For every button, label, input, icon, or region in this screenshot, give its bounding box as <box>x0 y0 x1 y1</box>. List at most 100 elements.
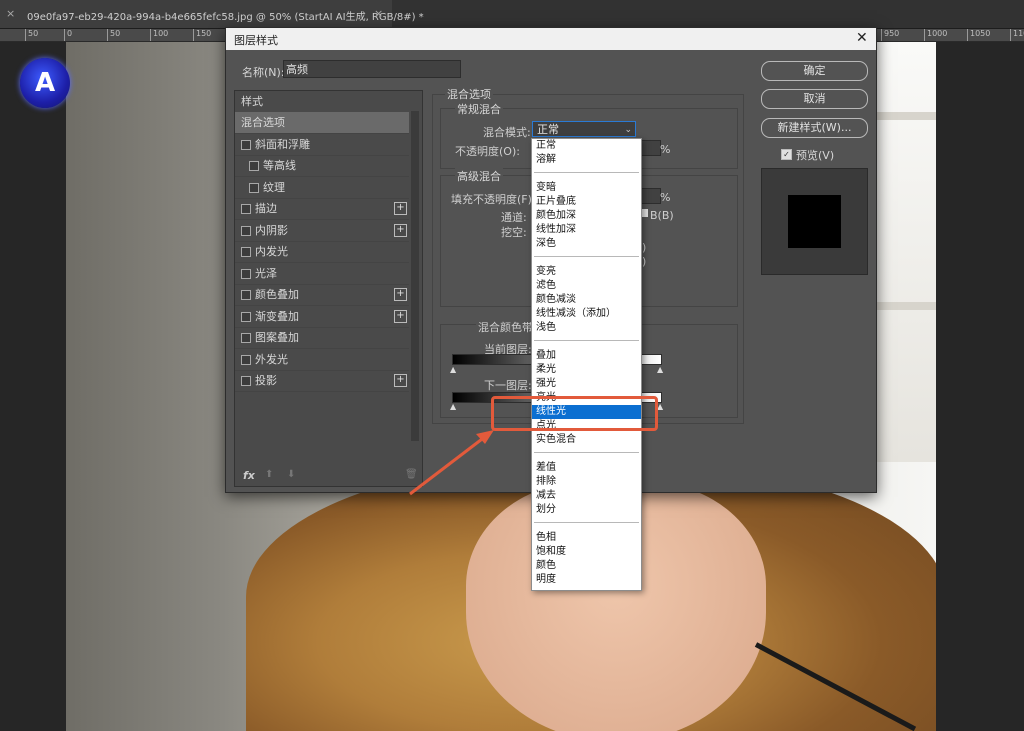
add-effect-icon[interactable]: + <box>394 202 407 215</box>
dropdown-option[interactable]: 饱和度 <box>532 545 641 559</box>
name-input[interactable]: 高频 <box>283 60 461 78</box>
style-item-bevel-emboss[interactable]: 斜面和浮雕 <box>235 134 409 156</box>
style-item-color-overlay[interactable]: 颜色叠加 + <box>235 284 409 306</box>
dropdown-separator <box>534 256 639 257</box>
fill-opacity-label: 填充不透明度(F): <box>451 193 536 206</box>
ruler-tick: 50 <box>107 29 120 41</box>
style-item-stroke[interactable]: 描边 + <box>235 198 409 220</box>
dropdown-option[interactable]: 溶解 <box>532 153 641 167</box>
style-item-texture[interactable]: 纹理 <box>235 177 409 199</box>
ruler-tick: 100 <box>150 29 168 41</box>
style-checkbox[interactable] <box>241 376 251 386</box>
style-item-drop-shadow[interactable]: 投影 + <box>235 370 409 392</box>
dropdown-option[interactable]: 颜色减淡 <box>532 293 641 307</box>
startai-logo-icon[interactable]: A <box>20 58 70 108</box>
slider-handle[interactable]: ▲ <box>657 365 663 374</box>
logo-letter: A <box>34 68 56 98</box>
style-item-label: 投影 <box>255 374 277 387</box>
dropdown-option[interactable]: 变亮 <box>532 265 641 279</box>
style-item-outer-glow[interactable]: 外发光 <box>235 349 409 371</box>
style-checkbox[interactable] <box>241 247 251 257</box>
fill-opacity-input[interactable] <box>641 188 661 204</box>
opacity-input[interactable] <box>641 140 661 156</box>
blend-options-title: 混合选项 <box>445 86 493 102</box>
style-item-gradient-overlay[interactable]: 渐变叠加 + <box>235 306 409 328</box>
dropdown-option[interactable]: 实色混合 <box>532 433 641 447</box>
style-item-label: 斜面和浮雕 <box>255 137 310 151</box>
style-checkbox[interactable] <box>241 268 251 279</box>
partial-option-label: ) <box>642 255 647 268</box>
add-effect-icon[interactable]: + <box>394 288 407 301</box>
dropdown-option[interactable]: 深色 <box>532 237 641 251</box>
dialog-titlebar[interactable]: 图层样式 ✕ <box>226 28 876 50</box>
dropdown-option[interactable]: 划分 <box>532 503 641 517</box>
style-item-blending-options[interactable]: 混合选项 <box>235 112 409 134</box>
close-icon[interactable]: ✕ <box>856 30 868 46</box>
dropdown-separator <box>534 522 639 523</box>
style-item-inner-shadow[interactable]: 内阴影 + <box>235 220 409 242</box>
add-effect-icon[interactable]: + <box>394 309 407 323</box>
dropdown-option[interactable]: 排除 <box>532 475 641 489</box>
dropdown-option[interactable]: 滤色 <box>532 279 641 293</box>
dropdown-option[interactable]: 差值 <box>532 461 641 475</box>
cancel-button[interactable]: 取消 <box>761 89 868 109</box>
dropdown-option[interactable]: 叠加 <box>532 349 641 363</box>
style-item-inner-glow[interactable]: 内发光 <box>235 241 409 263</box>
style-item-satin[interactable]: 光泽 <box>235 263 409 285</box>
general-blending-title: 常规混合 <box>455 101 503 117</box>
channel-b-checkbox[interactable] <box>642 209 648 217</box>
scrollbar[interactable] <box>411 111 419 441</box>
dropdown-option[interactable]: 正片叠底 <box>532 195 641 209</box>
close-icon[interactable]: × <box>6 7 15 20</box>
style-checkbox[interactable] <box>241 290 251 300</box>
window-frame <box>874 302 936 310</box>
style-checkbox[interactable] <box>249 182 259 193</box>
blend-mode-label: 混合模式: <box>483 126 531 139</box>
move-up-icon[interactable]: ⬆ <box>265 469 273 480</box>
fx-icon[interactable]: fx <box>243 469 255 482</box>
dropdown-option[interactable]: 强光 <box>532 377 641 391</box>
document-tab[interactable]: × 09e0fa97-eb29-420a-994a-b4e665fefc58.j… <box>0 0 424 28</box>
document-tab-title[interactable]: 09e0fa97-eb29-420a-994a-b4e665fefc58.jpg… <box>27 8 424 23</box>
preview-checkbox[interactable]: ✓ <box>781 149 792 160</box>
preview-thumbnail <box>761 168 868 275</box>
style-checkbox[interactable] <box>241 333 251 343</box>
dropdown-option[interactable]: 线性减淡（添加） <box>532 307 641 321</box>
dropdown-option[interactable]: 正常 <box>532 139 641 153</box>
add-effect-icon[interactable]: + <box>394 374 407 387</box>
style-item-pattern-overlay[interactable]: 图案叠加 <box>235 327 409 349</box>
add-effect-icon[interactable]: + <box>394 223 407 237</box>
style-item-label: 等高线 <box>263 159 296 172</box>
dropdown-option[interactable]: 明度 <box>532 573 641 587</box>
dropdown-option[interactable]: 柔光 <box>532 363 641 377</box>
dropdown-option[interactable]: 色相 <box>532 531 641 545</box>
style-item-label: 内阴影 <box>255 223 288 237</box>
move-down-icon[interactable]: ⬇ <box>287 469 295 480</box>
style-checkbox[interactable] <box>249 161 259 171</box>
style-checkbox[interactable] <box>241 204 251 214</box>
slider-handle[interactable]: ▲ <box>450 365 456 374</box>
tab-close-icon[interactable]: × <box>374 7 383 20</box>
dropdown-option[interactable]: 变暗 <box>532 181 641 195</box>
slider-handle[interactable]: ▲ <box>450 402 456 411</box>
style-checkbox[interactable] <box>241 139 251 150</box>
dropdown-option[interactable]: 线性加深 <box>532 223 641 237</box>
style-checkbox[interactable] <box>241 311 251 322</box>
styles-header-label: 样式 <box>241 95 263 108</box>
style-item-label: 渐变叠加 <box>255 309 299 323</box>
dropdown-separator <box>534 340 639 341</box>
dropdown-option[interactable]: 颜色 <box>532 559 641 573</box>
style-checkbox[interactable] <box>241 354 251 365</box>
dropdown-option[interactable]: 减去 <box>532 489 641 503</box>
style-item-label: 颜色叠加 <box>255 288 299 301</box>
dropdown-option[interactable]: 浅色 <box>532 321 641 335</box>
opacity-label: 不透明度(O): <box>455 145 520 158</box>
style-checkbox[interactable] <box>241 225 251 236</box>
new-style-button[interactable]: 新建样式(W)... <box>761 118 868 138</box>
blend-mode-select[interactable]: 正常 ⌄ <box>532 121 636 137</box>
trash-icon[interactable]: 🗑 <box>405 469 418 480</box>
ok-button[interactable]: 确定 <box>761 61 868 81</box>
ruler-tick: 1100 <box>1010 29 1024 41</box>
dropdown-option[interactable]: 颜色加深 <box>532 209 641 223</box>
style-item-contour[interactable]: 等高线 <box>235 155 409 177</box>
